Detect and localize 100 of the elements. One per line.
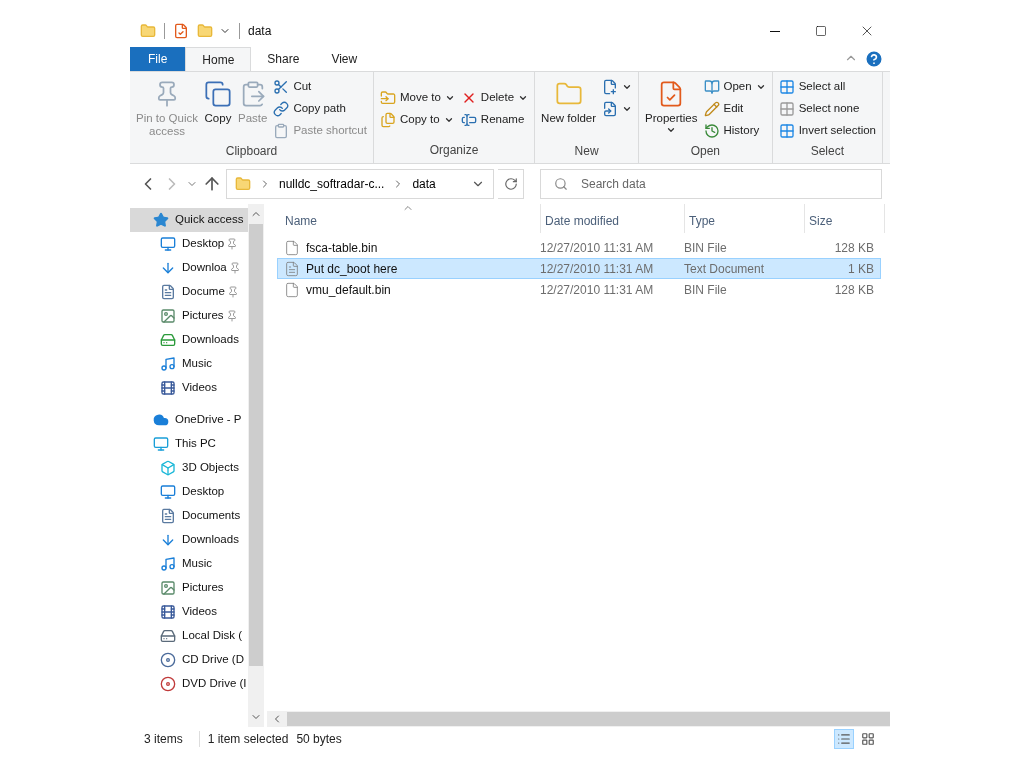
file-tab[interactable]: File: [130, 47, 186, 71]
folder-icon[interactable]: [197, 23, 213, 39]
item-label: Desktop: [182, 484, 225, 500]
button-label: Paste: [238, 112, 268, 125]
sidebar-item[interactable]: Music: [130, 552, 248, 576]
button-label: Cut: [293, 79, 312, 95]
film-icon: [160, 380, 176, 396]
ribbon-button[interactable]: Select none: [776, 98, 878, 120]
ribbon-tab[interactable]: Home: [185, 47, 252, 71]
folder-icon: [379, 89, 396, 106]
group-label: Open: [689, 143, 722, 160]
sidebar-item[interactable]: Local Disk (: [130, 624, 248, 648]
folder-icon[interactable]: [140, 23, 156, 39]
file-icon: [602, 101, 619, 117]
book-icon: [703, 79, 720, 95]
sidebar-item[interactable]: This PC: [130, 432, 248, 456]
scissors-icon: [273, 79, 290, 95]
search-field[interactable]: Search data: [540, 169, 882, 199]
check-document-icon[interactable]: [173, 23, 189, 39]
button-label: Paste shortcut: [293, 123, 367, 139]
address-bar[interactable]: nulldc_softradar-c... data: [226, 169, 494, 199]
drive-icon: [160, 628, 176, 644]
sidebar-item[interactable]: CD Drive (D: [130, 648, 248, 672]
sidebar-item[interactable]: Videos: [130, 600, 248, 624]
ribbon-button[interactable]: Edit: [701, 98, 768, 120]
sidebar-item[interactable]: Downloads: [130, 328, 248, 352]
file-row[interactable]: vmu_default.bin 12/27/2010 11:31 AM BIN File 128 KB: [277, 279, 881, 300]
sidebar-item[interactable]: OneDrive - P: [130, 408, 248, 432]
sidebar-item[interactable]: 3D Objects: [130, 456, 248, 480]
view-button[interactable]: [834, 729, 854, 749]
item-label: DVD Drive (I: [182, 676, 247, 692]
status-text: 3 items: [144, 731, 183, 748]
cloud-icon: [153, 412, 169, 428]
scrollbar-thumb[interactable]: [287, 712, 890, 726]
file-plus-icon: [602, 79, 619, 95]
sidebar-item[interactable]: Downloa: [130, 256, 248, 280]
music-note-icon: [160, 356, 176, 372]
help-icon[interactable]: [864, 49, 884, 69]
minimize-icon: [770, 30, 780, 32]
document-icon: [160, 508, 176, 524]
ribbon-button[interactable]: Move to: [377, 86, 457, 109]
ribbon-tab[interactable]: View: [315, 47, 374, 71]
item-label: Downloa: [182, 260, 227, 276]
sidebar-item[interactable]: Documents: [130, 504, 248, 528]
column-header[interactable]: Size: [805, 204, 885, 233]
maximize-icon: [815, 25, 827, 37]
ribbon-button[interactable]: Cut: [271, 76, 369, 98]
sidebar-item[interactable]: Music: [130, 352, 248, 376]
sidebar-item[interactable]: Downloads: [130, 528, 248, 552]
file-row[interactable]: fsca-table.bin 12/27/2010 11:31 AM BIN File 128 KB: [277, 237, 881, 258]
ribbon-button[interactable]: Open: [701, 76, 768, 98]
ribbon-button[interactable]: New folder: [539, 76, 599, 142]
folder-icon: [235, 176, 251, 192]
file-row[interactable]: Put dc_boot here 12/27/2010 11:31 AM Text Document 1 KB: [277, 258, 881, 279]
document-icon: [160, 284, 176, 300]
button-label: Invert selection: [798, 123, 876, 139]
table-cell: 12/27/2010 11:31 AM: [540, 261, 654, 276]
ribbon-button[interactable]: Copy: [202, 76, 234, 142]
text-file-icon: [284, 260, 300, 277]
ribbon-button[interactable]: Copy path: [271, 98, 369, 120]
ribbon-button[interactable]: Properties: [643, 76, 700, 142]
disc-icon: [160, 652, 176, 668]
button-label: Open: [723, 79, 752, 95]
grid-icon: [778, 79, 795, 95]
item-label: Music: [182, 356, 213, 372]
ribbon-button[interactable]: Invert selection: [776, 120, 878, 142]
column-header[interactable]: Name: [281, 204, 541, 233]
link-icon: [273, 101, 290, 117]
scrollbar[interactable]: [248, 204, 264, 727]
sidebar-item[interactable]: Videos: [130, 376, 248, 400]
breadcrumb[interactable]: nulldc_softradar-c...: [279, 175, 385, 193]
ribbon-button[interactable]: Rename: [458, 108, 531, 131]
column-header[interactable]: Type: [685, 204, 805, 233]
ribbon-button[interactable]: Copy to: [377, 108, 457, 131]
scrollbar-thumb[interactable]: [249, 224, 263, 666]
monitor-icon: [160, 484, 176, 500]
ribbon-button[interactable]: Delete: [458, 86, 531, 109]
sidebar-item[interactable]: Docume: [130, 280, 248, 304]
sidebar-item[interactable]: Pictures: [130, 576, 248, 600]
cube-icon: [160, 460, 176, 476]
sidebar-item[interactable]: Desktop: [130, 232, 248, 256]
item-label: Docume: [182, 284, 225, 300]
file-icon: [284, 239, 300, 256]
monitor-icon: [153, 436, 169, 452]
sidebar-item[interactable]: Desktop: [130, 480, 248, 504]
refresh-button[interactable]: [498, 169, 524, 199]
file-icon: [284, 281, 300, 298]
scrollbar[interactable]: [267, 711, 890, 727]
table-cell-text: Put dc_boot here: [306, 260, 398, 278]
sidebar-item[interactable]: Quick access: [130, 208, 248, 232]
pencil-icon: [703, 101, 720, 117]
music-note-icon: [160, 556, 176, 572]
sidebar-item[interactable]: DVD Drive (I: [130, 672, 248, 696]
ribbon-button[interactable]: History: [701, 120, 768, 142]
ribbon-button[interactable]: Select all: [776, 76, 878, 98]
ribbon-tab[interactable]: Share: [251, 47, 316, 71]
picture-icon: [160, 580, 176, 596]
breadcrumb[interactable]: data: [412, 175, 436, 193]
sidebar-item[interactable]: Pictures: [130, 304, 248, 328]
column-header[interactable]: Date modified: [541, 204, 685, 233]
